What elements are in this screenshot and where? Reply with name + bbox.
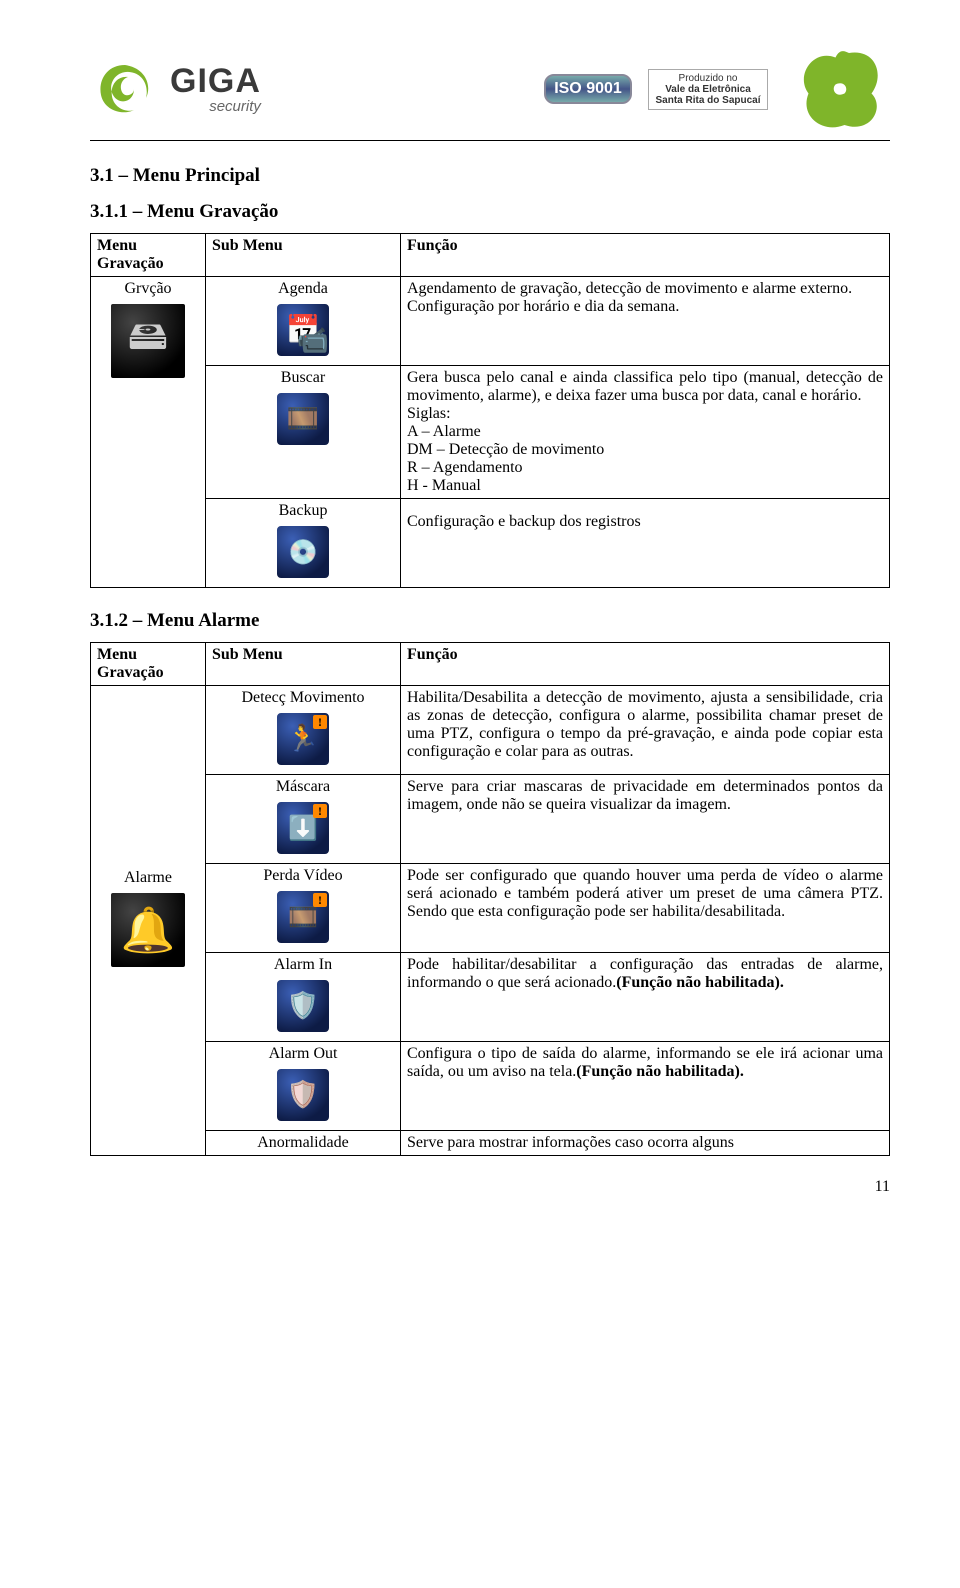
page-header: GIGA security ISO 9001 Produzido no Vale… [90,44,890,134]
menu-alarme-icon [109,891,187,969]
table-row: Anormalidade Serve para mostrar informaç… [91,1131,890,1156]
buscar-icon [275,391,331,447]
func-text: Agendamento de gravação, detecção de mov… [407,280,852,297]
col-header-funcao: Função [401,234,890,277]
col-header-funcao: Função [401,643,890,686]
section-heading-alarme: 3.1.2 – Menu Alarme [90,610,890,632]
table-row: Alarme Detecç Movimento ! Habilita/Desab… [91,686,890,775]
submenu-label: Agenda [212,280,394,298]
func-text-extra: Configuração por horário e dia da semana… [407,298,679,315]
submenu-label: Alarm In [212,956,394,974]
menu-label-alarme: Alarme [124,869,172,886]
alarm-in-icon [275,978,331,1034]
submenu-label: Alarm Out [212,1045,394,1063]
table-row: Perda Vídeo ! Pode ser configurado que q… [91,864,890,953]
col-header-submenu: Sub Menu [206,234,401,277]
backup-icon [275,524,331,580]
func-text: Habilita/Desabilita a detecção de movime… [407,689,883,760]
perda-video-icon: ! [275,889,331,945]
func-disabled-note: (Função não habilitada). [576,1063,744,1080]
table-row: Buscar Gera busca pelo canal e ainda cla… [91,366,890,499]
brand-logo-icon [90,59,160,119]
iso-badge: ISO 9001 [538,64,638,114]
menu-label-grvcao: Grvção [124,280,171,297]
sigla-a: A – Alarme [407,423,481,440]
table-row: Grvção Agenda Agendamento de gravação, d… [91,277,890,366]
submenu-label: Buscar [212,369,394,387]
deteccao-movimento-icon: ! [275,711,331,767]
table-gravacao: Menu Gravação Sub Menu Função Grvção Age… [90,233,890,588]
brand-name: GIGA [170,64,261,98]
func-text: Gera busca pelo canal e ainda classifica… [407,369,883,404]
origin-badge: Produzido no Vale da Eletrônica Santa Ri… [648,69,768,110]
submenu-label: Anormalidade [212,1134,394,1152]
submenu-label: Máscara [212,778,394,796]
alarm-out-icon [275,1067,331,1123]
func-text: Pode ser configurado que quando houver u… [407,867,883,920]
header-divider [90,140,890,141]
sigla-h: H - Manual [407,477,481,494]
table-row: Backup Configuração e backup dos registr… [91,499,890,588]
sigla-dm: DM – Detecção de movimento [407,441,604,458]
table-row: Alarm Out Configura o tipo de saída do a… [91,1042,890,1131]
col-header-menu: Menu Gravação [91,234,206,277]
brand-text-block: GIGA security [170,64,261,115]
section-heading-gravacao: 3.1.1 – Menu Gravação [90,201,890,223]
siglas-label: Siglas: [407,405,451,422]
table-alarme: Menu Gravação Sub Menu Função Alarme Det… [90,642,890,1156]
decorative-blob-icon [790,44,890,134]
submenu-label: Perda Vídeo [212,867,394,885]
agenda-icon [275,302,331,358]
origin-line3: Santa Rita do Sapucaí [655,95,761,106]
section-heading-principal: 3.1 – Menu Principal [90,165,890,187]
submenu-label: Backup [212,502,394,520]
submenu-label: Detecç Movimento [212,689,394,707]
page-number: 11 [90,1178,890,1196]
menu-gravacao-icon [109,302,187,380]
func-text: Configuração e backup dos registros [407,513,641,530]
func-text: Serve para mostrar informações caso ocor… [407,1134,734,1151]
table-row: Alarm In Pode habilitar/desabilitar a co… [91,953,890,1042]
iso-text: ISO 9001 [544,74,632,104]
origin-line1: Produzido no [655,73,761,84]
func-text: Serve para criar mascaras de privacidade… [407,778,883,813]
brand-subtitle: security [170,98,261,115]
origin-line2: Vale da Eletrônica [655,84,761,95]
col-header-menu: Menu Gravação [91,643,206,686]
func-disabled-note: (Função não habilitada). [616,974,784,991]
table-row: Máscara ! Serve para criar mascaras de p… [91,775,890,864]
col-header-submenu: Sub Menu [206,643,401,686]
mascara-icon: ! [275,800,331,856]
sigla-r: R – Agendamento [407,459,523,476]
